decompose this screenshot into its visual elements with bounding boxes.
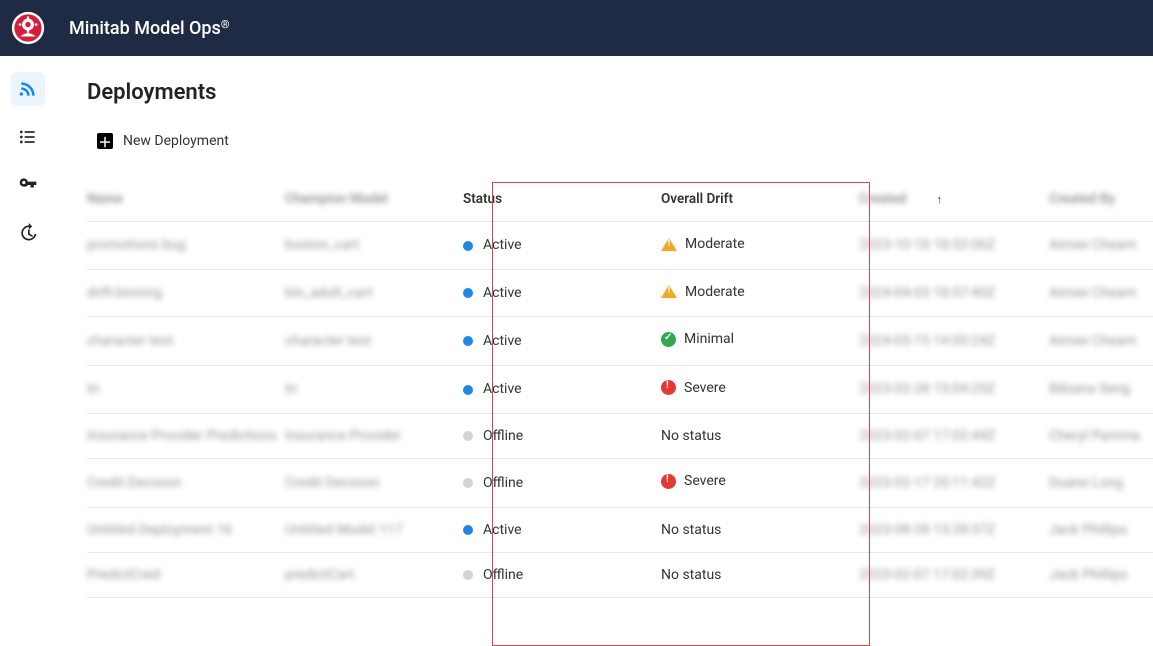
- content: Deployments ＋ New Deployment Name Champi…: [55, 56, 1153, 604]
- brand-logo: [0, 0, 55, 56]
- col-header-model[interactable]: Champion Model: [285, 177, 463, 222]
- new-deployment-button[interactable]: ＋ New Deployment: [97, 133, 1153, 149]
- status-dot-icon: [463, 570, 473, 580]
- deployments-table: Name Champion Model Status Overall Drift…: [87, 177, 1153, 598]
- cell-created: 2023-08-28 13:28:37Z: [859, 522, 996, 538]
- table-row[interactable]: Credit Decision Credit Decision OfflineSev…: [87, 459, 1153, 508]
- table-row[interactable]: promotions bug boston_cart ActiveModerate2…: [87, 222, 1153, 270]
- list-icon: [18, 127, 38, 147]
- cell-model: bin_adult_cart: [285, 285, 372, 301]
- table-row[interactable]: character test character test ActiveMinima…: [87, 317, 1153, 366]
- cell-status: Offline: [463, 459, 661, 508]
- cell-created: 2024-04-03 18:57:40Z: [859, 285, 996, 301]
- status-dot-icon: [463, 478, 473, 488]
- cell-model: Untitled Model 117: [285, 522, 403, 538]
- key-icon: [18, 175, 38, 195]
- cell-model: tn: [285, 381, 297, 397]
- rss-icon: [18, 79, 38, 99]
- table-row[interactable]: Insurance Provider Predictions Insurance …: [87, 414, 1153, 459]
- cell-model: boston_cart: [285, 237, 359, 253]
- cell-status: Active: [463, 365, 661, 414]
- cell-status: Active: [463, 222, 661, 270]
- drift-severe-icon: [661, 474, 676, 489]
- table-header-row: Name Champion Model Status Overall Drift…: [87, 177, 1153, 222]
- status-dot-icon: [463, 525, 473, 535]
- drift-moderate-icon: [661, 285, 677, 298]
- cell-name: promotions bug: [87, 237, 186, 253]
- plus-icon: ＋: [97, 133, 113, 149]
- col-header-name[interactable]: Name: [87, 177, 285, 222]
- cell-drift: Severe: [661, 459, 859, 508]
- cell-status: Active: [463, 269, 661, 317]
- cell-drift: Moderate: [661, 222, 859, 270]
- cell-status: Offline: [463, 552, 661, 597]
- cell-by: Duane Long: [1049, 475, 1123, 491]
- status-dot-icon: [463, 288, 473, 298]
- table-row[interactable]: PredictCred predictCart OfflineNo status20…: [87, 552, 1153, 597]
- cell-drift: No status: [661, 414, 859, 459]
- cell-created: 2023-02-17 20:11:42Z: [859, 475, 996, 491]
- cell-name: PredictCred: [87, 567, 160, 583]
- cell-drift: Severe: [661, 365, 859, 414]
- cell-drift: Moderate: [661, 269, 859, 317]
- brand-title: Minitab Model Ops®: [69, 18, 229, 39]
- status-dot-icon: [463, 336, 473, 346]
- status-dot-icon: [463, 241, 473, 251]
- cell-name: Untitled Deployment 16: [87, 522, 232, 538]
- cell-created: 2023-02-07 17:02:44Z: [859, 428, 996, 444]
- status-dot-icon: [463, 431, 473, 441]
- cell-name: character test: [87, 333, 173, 349]
- col-header-by[interactable]: Created By: [1049, 177, 1153, 222]
- cell-model: predictCart: [285, 567, 355, 583]
- cell-name: Insurance Provider Predictions: [87, 428, 277, 444]
- gear-head-icon: [11, 11, 45, 45]
- cell-created: 2023-02-07 17:02:39Z: [859, 567, 996, 583]
- cell-name: drift-binning: [87, 285, 162, 301]
- table-row[interactable]: Untitled Deployment 16 Untitled Model 117…: [87, 507, 1153, 552]
- sort-asc-icon: ↑: [936, 193, 942, 206]
- table-row[interactable]: drift-binning bin_adult_cart ActiveModerat…: [87, 269, 1153, 317]
- cell-created: 2023-02-28 15:04:25Z: [859, 381, 996, 397]
- drift-moderate-icon: [661, 238, 677, 251]
- cell-status: Active: [463, 507, 661, 552]
- history-icon: [18, 223, 38, 243]
- cell-drift: No status: [661, 507, 859, 552]
- col-header-drift[interactable]: Overall Drift: [661, 177, 859, 222]
- drift-minimal-icon: [661, 332, 676, 347]
- cell-drift: No status: [661, 552, 859, 597]
- cell-by: Aimee Cheam: [1049, 333, 1136, 349]
- status-dot-icon: [463, 385, 473, 395]
- cell-by: Bibiana Seng: [1049, 381, 1130, 397]
- cell-name: tn: [87, 381, 99, 397]
- cell-model: Credit Decision: [285, 475, 379, 491]
- cell-by: Jack Phillips: [1049, 522, 1127, 538]
- sidebar-item-history[interactable]: [11, 216, 45, 250]
- topbar: Minitab Model Ops®: [0, 0, 1153, 56]
- page-title: Deployments: [87, 80, 1153, 105]
- sidebar-item-list[interactable]: [11, 120, 45, 154]
- drift-severe-icon: [661, 380, 676, 395]
- cell-model: character test: [285, 333, 371, 349]
- cell-model: Insurance Provider: [285, 428, 401, 444]
- cell-by: Aimee Cheam: [1049, 285, 1136, 301]
- cell-status: Offline: [463, 414, 661, 459]
- cell-status: Active: [463, 317, 661, 366]
- sidebar-item-deployments[interactable]: [11, 72, 45, 106]
- col-header-status[interactable]: Status: [463, 177, 661, 222]
- cell-by: Jack Phillips: [1049, 567, 1127, 583]
- cell-by: Cheryl Pamma: [1049, 428, 1140, 444]
- sidebar-item-keys[interactable]: [11, 168, 45, 202]
- cell-by: Aimee Cheam: [1049, 237, 1136, 253]
- cell-name: Credit Decision: [87, 475, 181, 491]
- cell-created: 2023-10-18 18:52:06Z: [859, 237, 996, 253]
- new-deployment-label: New Deployment: [123, 133, 229, 149]
- cell-created: 2024-05-15 14:00:24Z: [859, 333, 996, 349]
- table-row[interactable]: tn tn ActiveSevere2023-02-28 15:04:25Z Bibi…: [87, 365, 1153, 414]
- cell-drift: Minimal: [661, 317, 859, 366]
- col-header-created[interactable]: Created↑: [859, 177, 1049, 222]
- sidebar: [0, 56, 55, 604]
